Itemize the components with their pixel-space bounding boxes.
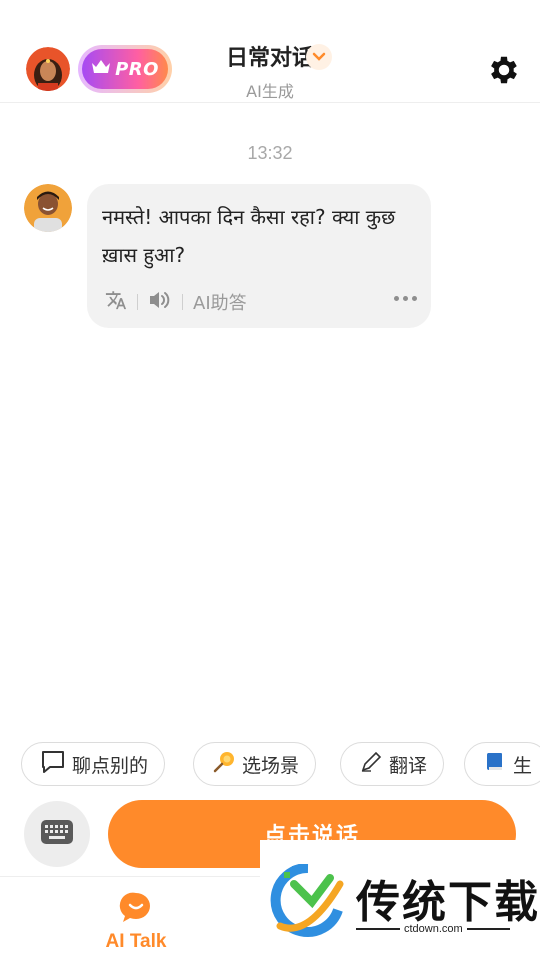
keyboard-icon [40,819,74,849]
crown-icon [91,59,111,79]
tool-separator [137,294,138,310]
conversation-title-area[interactable]: 日常对话 AI生成 [180,40,360,101]
chip-translate[interactable]: 翻译 [340,742,445,786]
suggestion-chips: 聊点别的 选场景 翻译 生 [0,742,540,786]
message-timestamp: 13:32 [247,143,293,163]
user-avatar[interactable] [26,47,70,91]
chip-label: 聊点别的 [72,754,149,777]
lollipop-icon [212,750,236,779]
chip-choose-scene[interactable]: 选场景 [193,742,317,786]
message-toolbar: AI助答 [105,288,247,316]
nav-label: AI Talk [105,931,167,952]
chip-chat-something-else[interactable]: 聊点别的 [21,742,166,786]
chip-label: 翻译 [389,754,428,777]
pen-icon [359,750,383,779]
ai-help-button[interactable]: AI助答 [193,289,247,315]
watermark-overlay: 传统下载 ctdown.com [260,840,540,960]
pro-label: PRO [115,58,159,80]
chevron-down-icon[interactable] [306,44,332,70]
translate-icon[interactable] [105,289,127,316]
watermark-brand: 传统下载 [356,877,540,928]
brand-logo-icon [268,862,346,942]
chat-smile-icon [119,892,153,927]
gear-icon[interactable] [486,52,522,88]
page-subtitle: AI生成 [246,82,294,101]
chip-label: 选场景 [242,754,300,777]
tool-separator [182,294,183,310]
nav-item-ai-talk[interactable]: AI Talk [92,891,180,953]
watermark-url: ctdown.com [400,923,467,935]
top-header: PRO 日常对话 AI生成 [0,0,540,103]
book-icon [483,750,507,779]
assistant-avatar[interactable] [24,184,72,232]
chip-label: 生 [513,754,533,777]
page-title: 日常对话 [225,46,314,71]
keyboard-toggle-button[interactable] [24,801,90,867]
pro-badge[interactable]: PRO [78,45,172,93]
speaker-icon[interactable] [148,289,172,316]
chip-generate[interactable]: 生 [464,742,540,786]
more-options-icon[interactable] [394,296,417,301]
message-text: नमस्ते! आपका दिन कैसा रहा? क्या कुछ ख़ास… [102,205,396,267]
speech-bubble-icon [40,750,66,779]
assistant-message-bubble[interactable]: नमस्ते! आपका दिन कैसा रहा? क्या कुछ ख़ास… [87,184,431,328]
